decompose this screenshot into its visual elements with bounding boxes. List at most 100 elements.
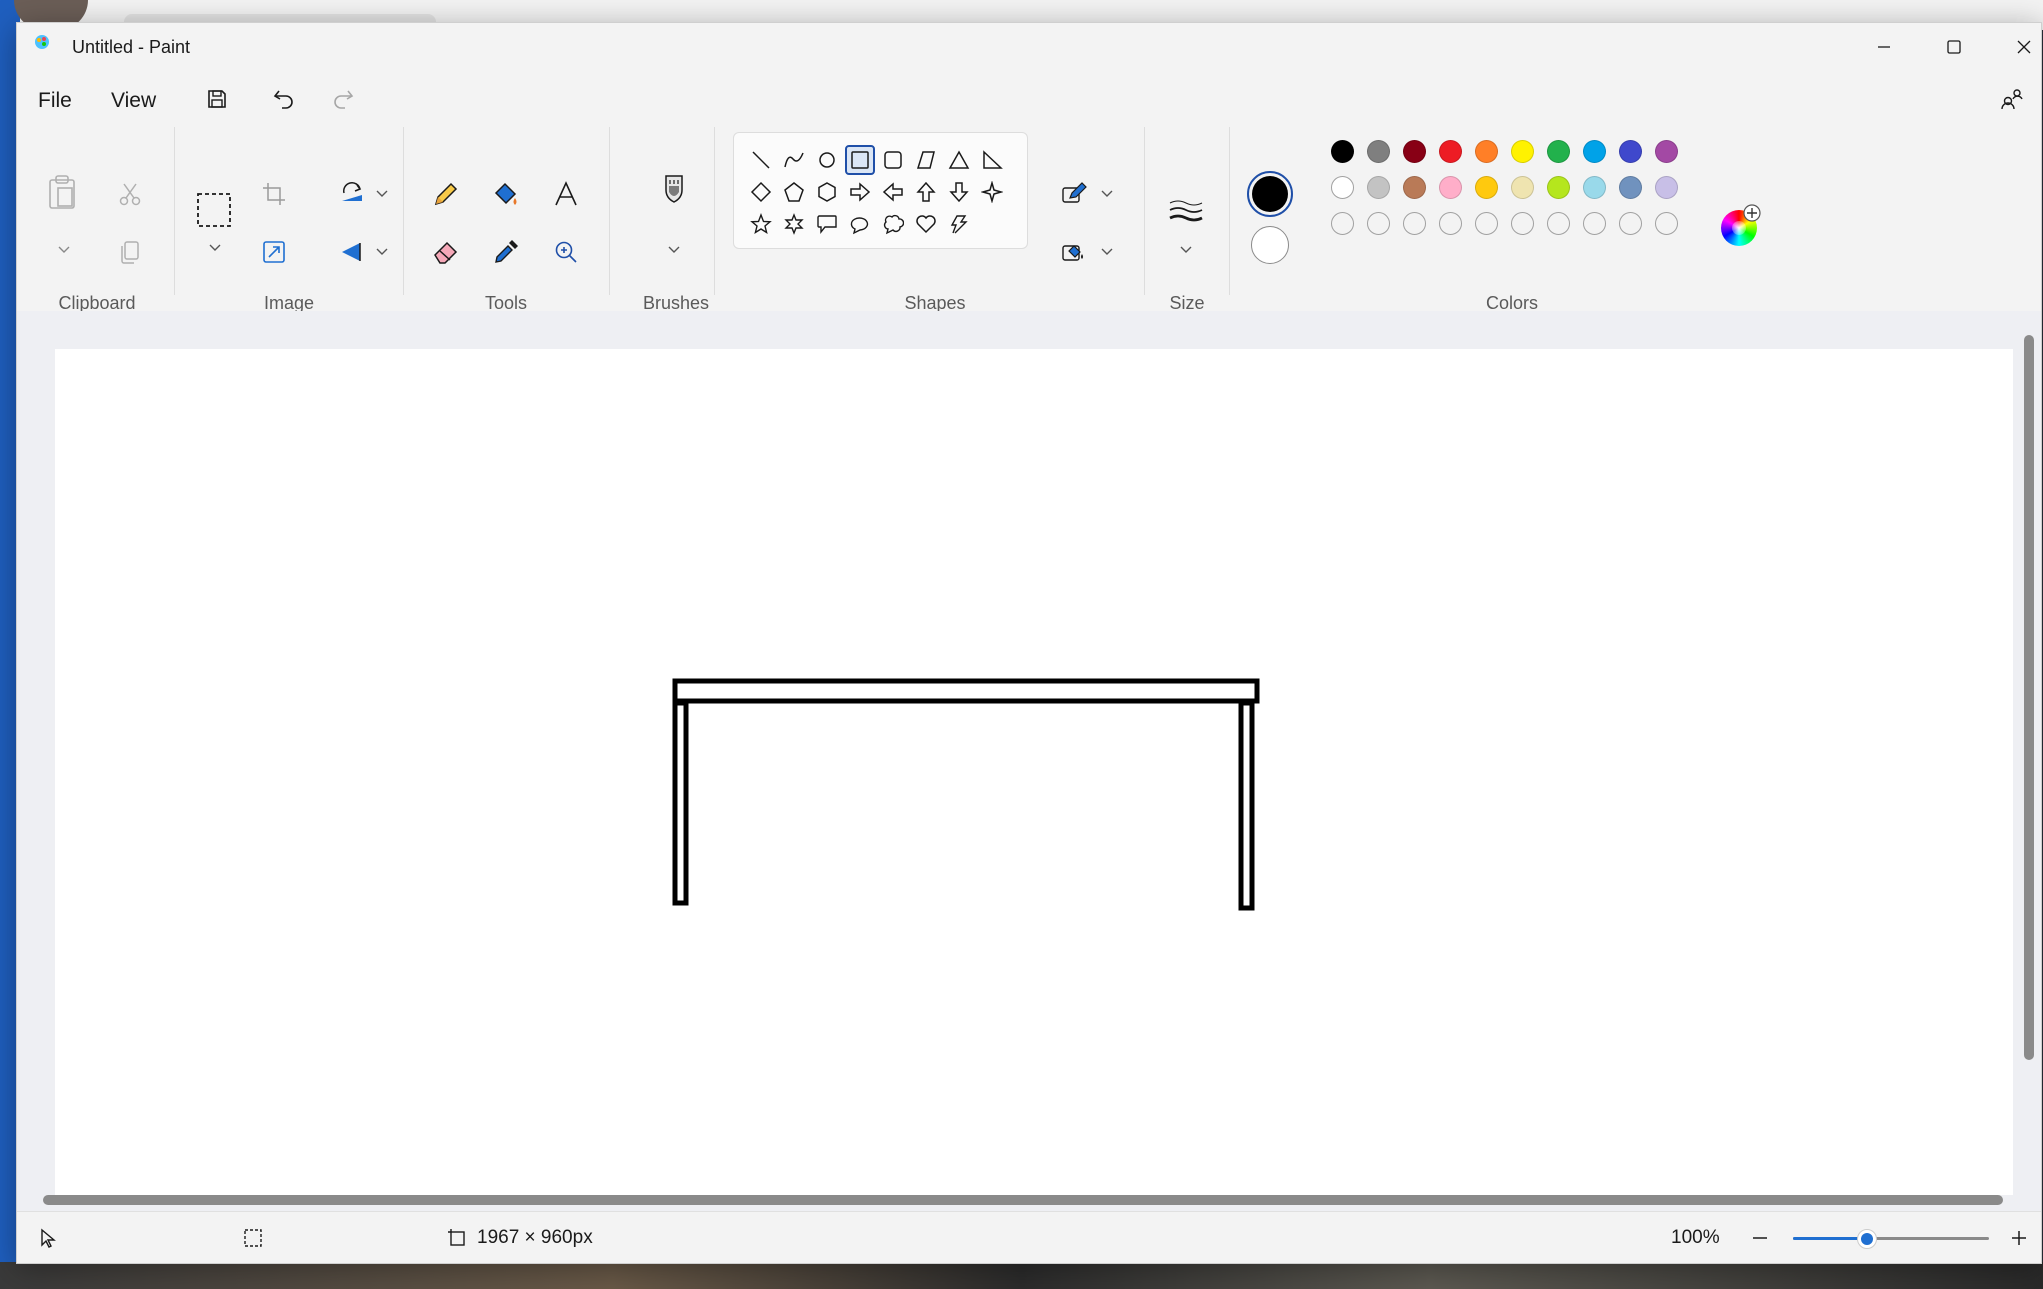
right-arrow-shape-icon[interactable] [845,177,875,207]
hexagon-shape-icon[interactable] [812,177,842,207]
size-button[interactable] [1165,191,1207,233]
flip-chevron-icon[interactable] [375,245,389,259]
custom-color-slot[interactable] [1547,212,1570,235]
minimize-button[interactable] [1849,23,1919,71]
text-tool[interactable] [545,173,587,215]
five-point-star-shape-icon[interactable] [746,209,776,239]
select-chevron-icon[interactable] [208,241,222,255]
custom-color-slot[interactable] [1619,212,1642,235]
color-swatch[interactable] [1367,140,1390,163]
color-swatch[interactable] [1439,176,1462,199]
custom-color-slot[interactable] [1475,212,1498,235]
crop-button[interactable] [253,173,295,215]
copy-button[interactable] [109,231,151,273]
custom-color-slot[interactable] [1655,212,1678,235]
brushes-button[interactable] [653,171,695,213]
flip-button[interactable] [331,231,373,273]
color-swatch[interactable] [1475,140,1498,163]
edit-colors-button[interactable] [1717,204,1761,248]
eraser-tool[interactable] [425,231,467,273]
vertical-scrollbar[interactable] [2024,335,2034,1060]
select-button[interactable] [193,189,235,231]
paste-chevron-icon[interactable] [57,243,71,257]
custom-color-slot[interactable] [1583,212,1606,235]
rotate-button[interactable] [331,173,373,215]
custom-color-slot[interactable] [1439,212,1462,235]
color-swatch[interactable] [1331,140,1354,163]
magnifier-tool[interactable] [545,231,587,273]
redo-button[interactable] [323,79,363,119]
up-arrow-shape-icon[interactable] [911,177,941,207]
drawing-canvas[interactable] [55,349,2013,1195]
polygon-shape-icon[interactable] [911,145,941,175]
size-chevron-icon[interactable] [1179,243,1193,257]
fill-style-chevron-icon[interactable] [1100,245,1114,259]
fill-tool[interactable] [485,173,527,215]
zoom-slider[interactable] [1787,1227,1997,1251]
maximize-button[interactable] [1919,23,1989,71]
right-triangle-shape-icon[interactable] [977,145,1007,175]
lightning-shape-icon[interactable] [944,209,974,239]
color-swatch[interactable] [1583,140,1606,163]
rounded-rectangle-shape-icon[interactable] [878,145,908,175]
zoom-slider-thumb[interactable] [1857,1229,1878,1249]
rectangle-shape-icon[interactable] [845,145,875,175]
account-button[interactable] [1992,79,2032,119]
color-swatch[interactable] [1511,176,1534,199]
color-swatch[interactable] [1619,176,1642,199]
color-swatch[interactable] [1511,140,1534,163]
horizontal-scrollbar[interactable] [43,1195,2003,1205]
six-point-star-shape-icon[interactable] [779,209,809,239]
custom-color-slot[interactable] [1511,212,1534,235]
outline-chevron-icon[interactable] [1100,187,1114,201]
pencil-tool[interactable] [425,173,467,215]
undo-button[interactable] [264,79,304,119]
crop-icon [263,183,285,205]
color-swatch[interactable] [1367,176,1390,199]
outline-button[interactable] [1053,173,1095,215]
view-menu[interactable]: View [111,89,156,113]
color-swatch[interactable] [1583,176,1606,199]
oval-shape-icon[interactable] [812,145,842,175]
paste-button[interactable] [41,171,83,213]
color-swatch[interactable] [1439,140,1462,163]
color-swatch[interactable] [1619,140,1642,163]
rectangular-callout-shape-icon[interactable] [812,209,842,239]
color-swatch[interactable] [1403,176,1426,199]
four-point-star-shape-icon[interactable] [977,177,1007,207]
secondary-color-selector[interactable] [1251,226,1289,264]
oval-callout-shape-icon[interactable] [845,209,875,239]
pentagon-shape-icon[interactable] [779,177,809,207]
heart-shape-icon[interactable] [911,209,941,239]
cloud-callout-shape-icon[interactable] [878,209,908,239]
zoom-percentage[interactable]: 100% [1671,1227,1720,1249]
color-swatch[interactable] [1331,176,1354,199]
down-arrow-shape-icon[interactable] [944,177,974,207]
color-swatch[interactable] [1655,140,1678,163]
primary-color-selector[interactable] [1247,171,1293,217]
file-menu[interactable]: File [38,89,72,113]
fill-style-button[interactable] [1053,231,1095,273]
custom-color-slot[interactable] [1367,212,1390,235]
color-picker-tool[interactable] [485,231,527,273]
rotate-chevron-icon[interactable] [375,187,389,201]
zoom-in-button[interactable] [2007,1226,2031,1250]
curve-shape-icon[interactable] [779,145,809,175]
close-button[interactable] [1989,23,2041,71]
color-swatch[interactable] [1403,140,1426,163]
color-swatch[interactable] [1547,140,1570,163]
cut-button[interactable] [109,173,151,215]
color-swatch[interactable] [1475,176,1498,199]
zoom-out-button[interactable] [1748,1226,1772,1250]
triangle-shape-icon[interactable] [944,145,974,175]
diamond-shape-icon[interactable] [746,177,776,207]
color-swatch[interactable] [1655,176,1678,199]
custom-color-slot[interactable] [1403,212,1426,235]
line-shape-icon[interactable] [746,145,776,175]
custom-color-slot[interactable] [1331,212,1354,235]
resize-button[interactable] [253,231,295,273]
brushes-chevron-icon[interactable] [667,243,681,257]
save-button[interactable] [197,79,237,119]
left-arrow-shape-icon[interactable] [878,177,908,207]
color-swatch[interactable] [1547,176,1570,199]
